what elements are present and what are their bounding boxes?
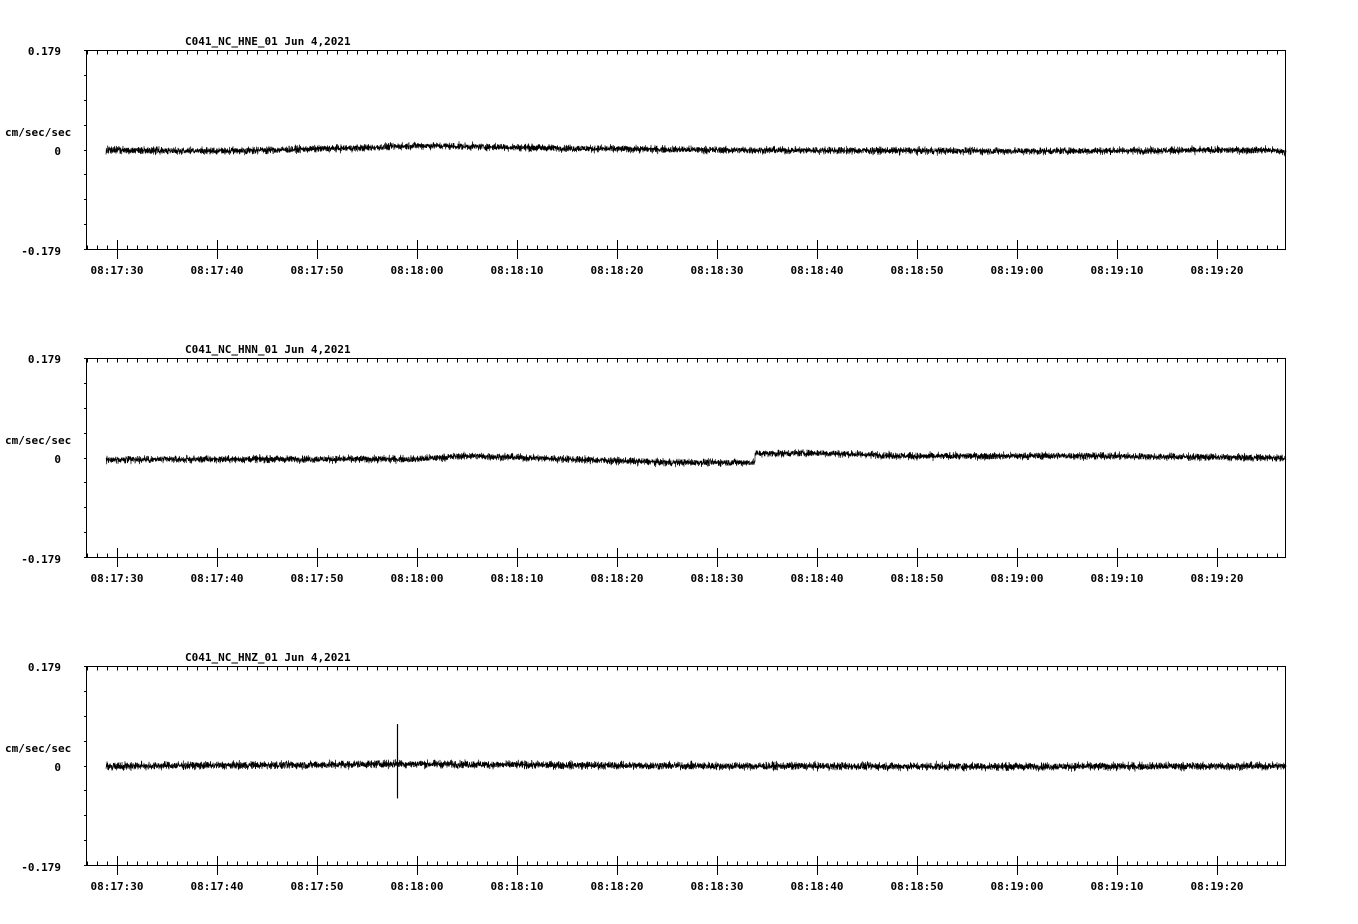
y-tick-max: 0.179: [28, 353, 61, 366]
x-tick-label: 08:18:20: [591, 264, 644, 277]
x-tick-label: 08:17:30: [91, 264, 144, 277]
y-tick-zero: 0: [54, 145, 61, 158]
x-tick-label: 08:18:00: [391, 264, 444, 277]
x-tick-label: 08:18:10: [491, 880, 544, 893]
x-tick-label: 08:19:20: [1191, 880, 1244, 893]
x-tick-label: 08:18:00: [391, 880, 444, 893]
seismogram-figure: C041_NC_HNE_01 Jun 4,2021 cm/sec/sec 0.1…: [5, 35, 1287, 893]
x-tick-label: 08:18:20: [591, 880, 644, 893]
y-tick-zero: 0: [54, 761, 61, 774]
x-tick-label: 08:19:00: [991, 264, 1044, 277]
x-tick-label: 08:18:10: [491, 264, 544, 277]
x-tick-label: 08:17:50: [291, 264, 344, 277]
x-tick-label: 08:17:50: [291, 572, 344, 585]
seismic-trace: [105, 449, 1287, 468]
x-tick-label: 08:17:50: [291, 880, 344, 893]
panel-title: C041_NC_HNN_01 Jun 4,2021: [185, 343, 351, 356]
x-tick-label: 08:18:40: [791, 572, 844, 585]
x-tick-label: 08:19:10: [1091, 264, 1144, 277]
x-tick-label: 08:19:20: [1191, 264, 1244, 277]
x-tick-label: 08:18:40: [791, 264, 844, 277]
x-tick-label: 08:18:30: [691, 880, 744, 893]
x-tick-label: 08:18:00: [391, 572, 444, 585]
x-tick-label: 08:19:10: [1091, 572, 1144, 585]
x-tick-label: 08:19:10: [1091, 880, 1144, 893]
x-tick-label: 08:18:40: [791, 880, 844, 893]
x-tick-label: 08:18:30: [691, 264, 744, 277]
seismic-trace: [105, 759, 1287, 772]
x-tick-label: 08:19:00: [991, 572, 1044, 585]
y-tick-zero: 0: [54, 453, 61, 466]
y-tick-min: -0.179: [21, 245, 61, 258]
x-tick-label: 08:18:10: [491, 572, 544, 585]
y-tick-min: -0.179: [21, 553, 61, 566]
x-tick-label: 08:17:40: [191, 880, 244, 893]
channel-panel-hnn: C041_NC_HNN_01 Jun 4,2021 cm/sec/sec 0.1…: [5, 343, 1287, 585]
x-tick-label: 08:18:30: [691, 572, 744, 585]
x-tick-label: 08:17:40: [191, 572, 244, 585]
x-tick-label: 08:18:50: [891, 880, 944, 893]
y-tick-min: -0.179: [21, 861, 61, 874]
panel-title: C041_NC_HNE_01 Jun 4,2021: [185, 35, 351, 48]
x-tick-label: 08:17:30: [91, 572, 144, 585]
channel-panel-hnz: C041_NC_HNZ_01 Jun 4,2021 cm/sec/sec 0.1…: [5, 651, 1287, 893]
seismic-trace: [105, 141, 1287, 157]
x-tick-label: 08:17:30: [91, 880, 144, 893]
panel-title: C041_NC_HNZ_01 Jun 4,2021: [185, 651, 351, 664]
x-tick-label: 08:19:00: [991, 880, 1044, 893]
x-tick-label: 08:19:20: [1191, 572, 1244, 585]
y-axis-label: cm/sec/sec: [5, 434, 71, 447]
x-tick-label: 08:18:20: [591, 572, 644, 585]
channel-panel-hne: C041_NC_HNE_01 Jun 4,2021 cm/sec/sec 0.1…: [5, 35, 1287, 277]
x-tick-label: 08:18:50: [891, 264, 944, 277]
y-tick-max: 0.179: [28, 661, 61, 674]
y-axis-label: cm/sec/sec: [5, 742, 71, 755]
y-axis-label: cm/sec/sec: [5, 126, 71, 139]
y-tick-max: 0.179: [28, 45, 61, 58]
x-tick-label: 08:17:40: [191, 264, 244, 277]
x-tick-label: 08:18:50: [891, 572, 944, 585]
